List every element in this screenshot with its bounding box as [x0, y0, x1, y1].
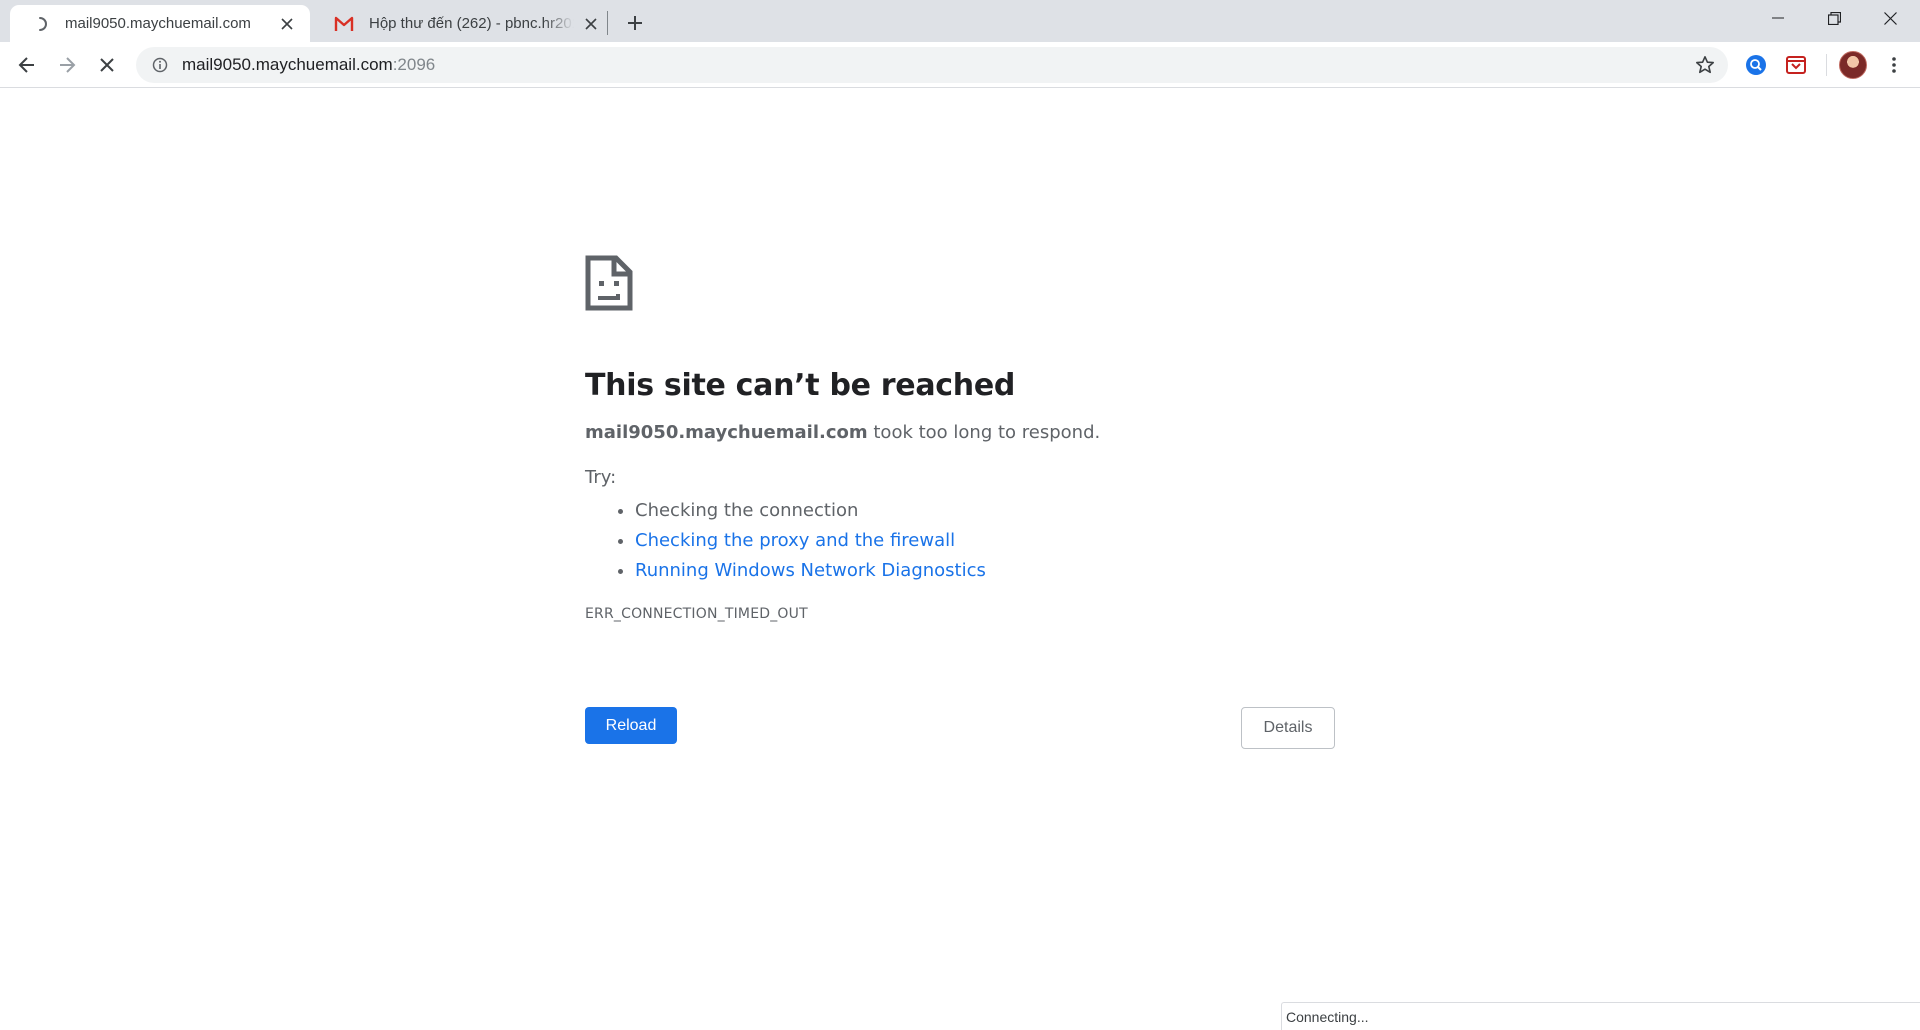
restore-button[interactable] [1806, 0, 1862, 36]
site-info-icon[interactable] [150, 55, 170, 75]
forward-arrow-icon [60, 57, 76, 73]
minimize-icon [1772, 17, 1784, 19]
bookmark-star-icon[interactable] [1694, 54, 1716, 76]
plus-icon [628, 16, 642, 30]
gmail-icon [334, 14, 354, 34]
error-code: ERR_CONNECTION_TIMED_OUT [585, 606, 808, 622]
suggestion-network-diagnostics-link[interactable]: Running Windows Network Diagnostics [635, 560, 986, 581]
details-button[interactable]: Details [1241, 707, 1335, 749]
close-window-button[interactable] [1862, 0, 1918, 36]
sad-page-icon [585, 255, 633, 311]
address-bar[interactable]: mail9050.maychuemail.com:2096 [136, 47, 1728, 83]
profile-avatar[interactable] [1839, 51, 1867, 79]
error-title: This site can’t be reached [585, 368, 1016, 403]
close-tab-icon[interactable] [580, 13, 602, 35]
tab-gmail[interactable]: Hộp thư đến (262) - pbnc.hr2018 [314, 5, 614, 42]
close-icon [1883, 11, 1897, 25]
status-bubble: Connecting... [1281, 1002, 1920, 1030]
new-tab-button[interactable] [620, 8, 650, 38]
forward-button[interactable] [51, 49, 83, 81]
suggestion-item: Running Windows Network Diagnostics [635, 556, 1335, 586]
error-page: This site can’t be reached mail9050.mayc… [585, 255, 1335, 622]
error-message: mail9050.maychuemail.com took too long t… [585, 420, 1335, 446]
reload-button[interactable]: Reload [585, 707, 677, 744]
suggestion-item: Checking the proxy and the firewall [635, 526, 1335, 556]
menu-button[interactable] [1878, 49, 1910, 81]
error-host: mail9050.maychuemail.com [585, 422, 868, 443]
url-host: mail9050.maychuemail.com [182, 55, 393, 74]
restore-icon [1827, 11, 1841, 25]
url-port: :2096 [392, 55, 436, 74]
kebab-menu-icon [1892, 57, 1896, 73]
tab-title: mail9050.maychuemail.com [65, 15, 251, 32]
stop-loading-button[interactable] [91, 49, 123, 81]
toolbar: mail9050.maychuemail.com:2096 [0, 42, 1920, 88]
tab-title: Hộp thư đến (262) - pbnc.hr2018 [369, 15, 574, 32]
close-tab-icon[interactable] [276, 13, 298, 35]
back-arrow-icon [18, 57, 34, 73]
extension-pocket-icon[interactable] [1783, 52, 1809, 78]
stop-icon [100, 58, 114, 72]
tab-active[interactable]: mail9050.maychuemail.com [10, 5, 310, 42]
error-message-suffix: took too long to respond. [873, 422, 1101, 443]
suggestion-proxy-firewall-link[interactable]: Checking the proxy and the firewall [635, 530, 955, 551]
tab-strip: mail9050.maychuemail.com Hộp thư đến (26… [0, 0, 1920, 42]
tab-separator [607, 11, 608, 35]
extension-search-icon[interactable] [1743, 52, 1769, 78]
toolbar-separator [1826, 54, 1827, 76]
suggestion-list: Checking the connection Checking the pro… [585, 496, 1335, 586]
suggestion-item: Checking the connection [635, 496, 1335, 526]
try-label: Try: [585, 467, 617, 488]
suggestion-check-connection: Checking the connection [635, 500, 859, 521]
url-text: mail9050.maychuemail.com:2096 [182, 55, 435, 75]
minimize-button[interactable] [1750, 0, 1806, 36]
back-button[interactable] [11, 49, 43, 81]
loading-spinner-icon [30, 14, 50, 34]
